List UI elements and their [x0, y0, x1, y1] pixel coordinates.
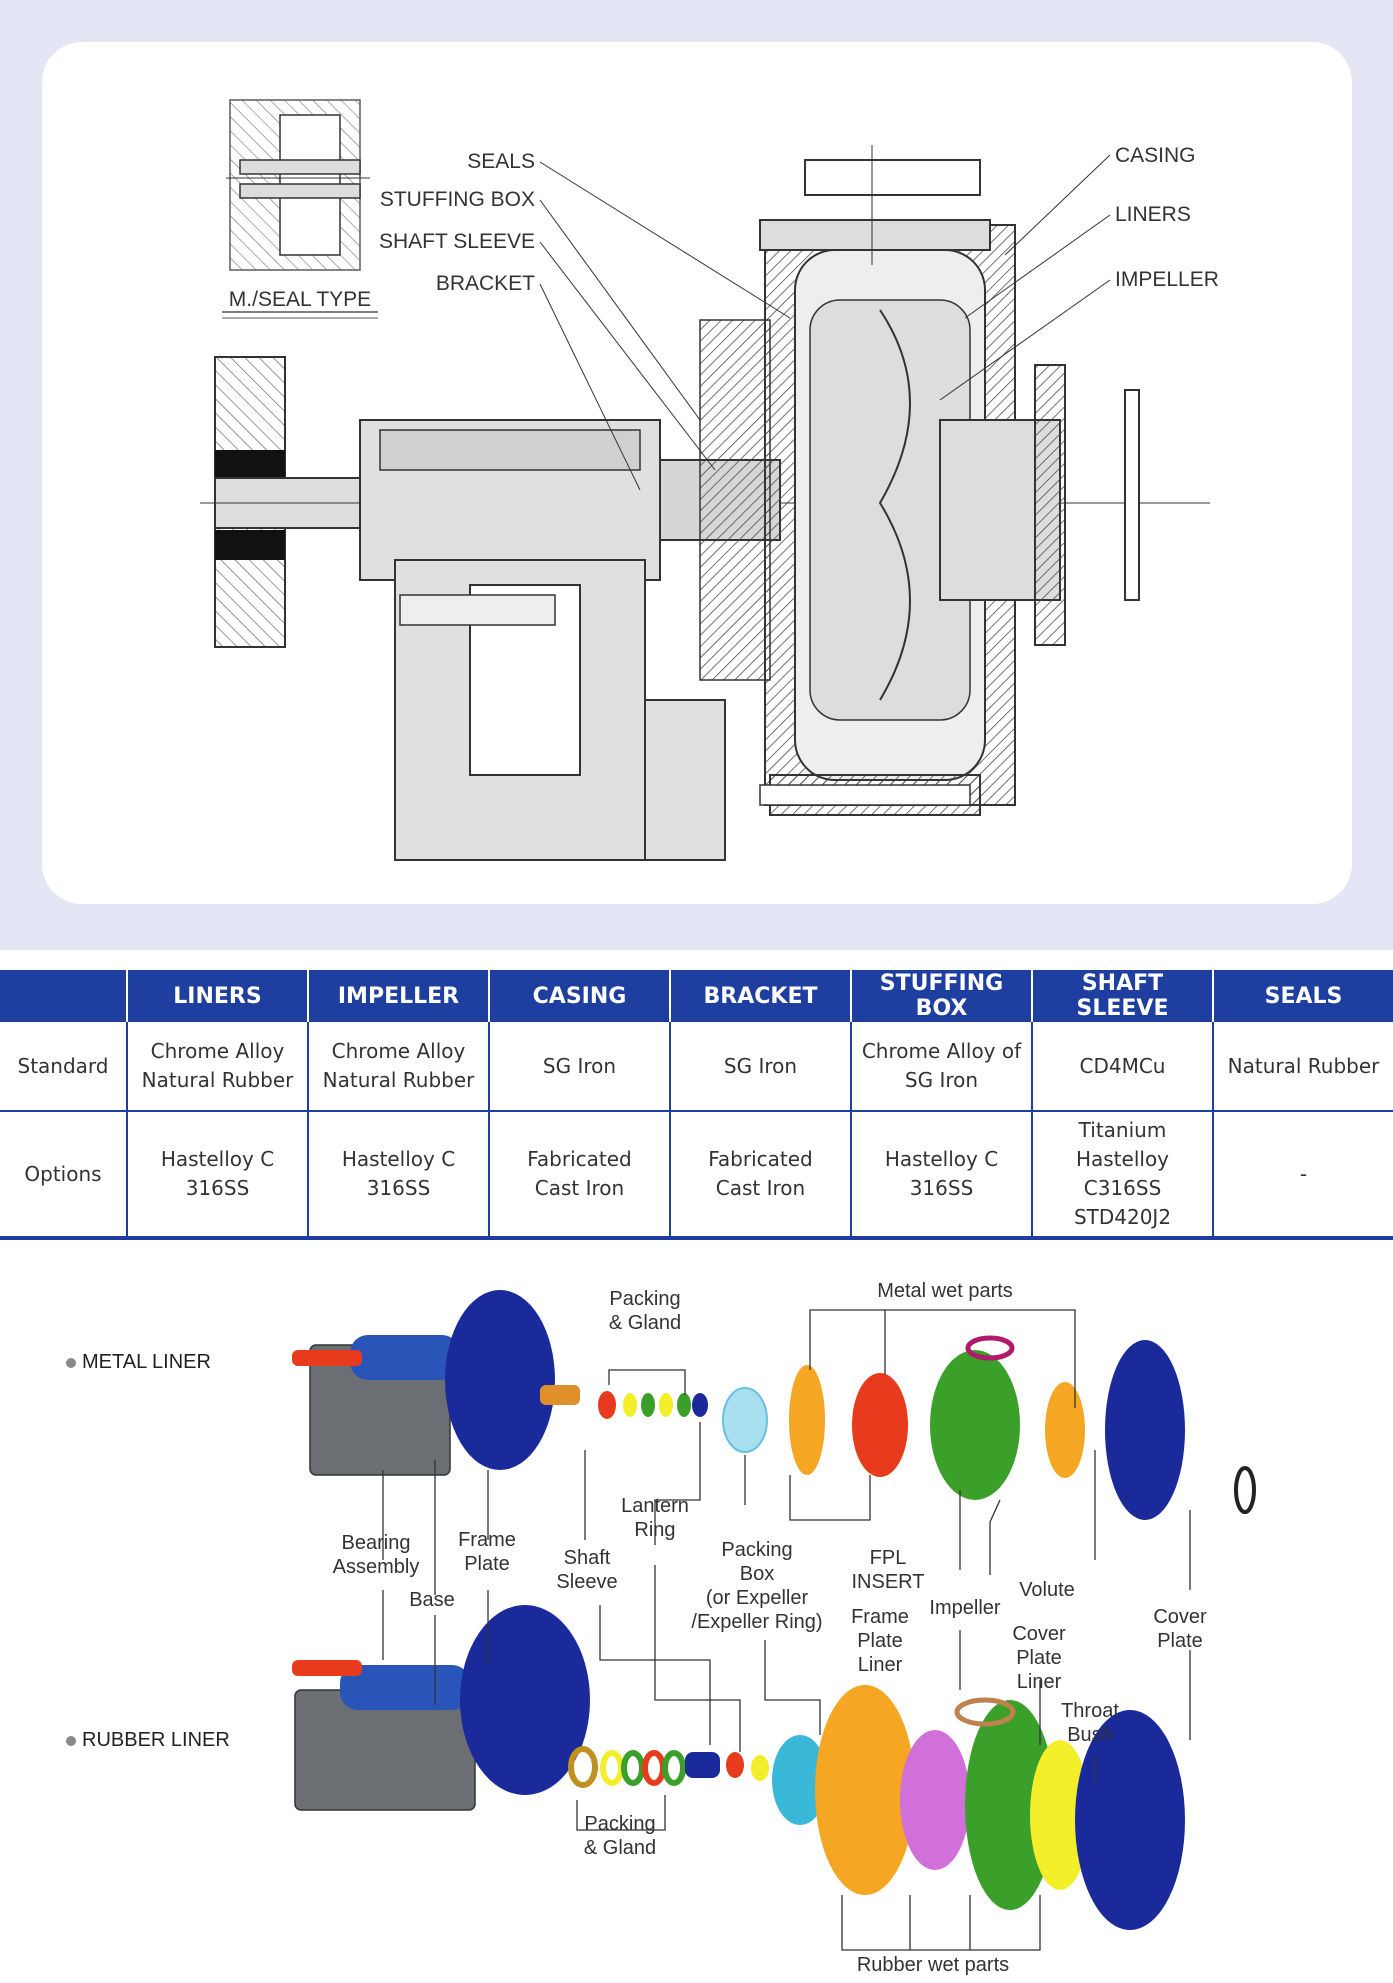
rubber-liner-assembly	[292, 1605, 1185, 1930]
row-header-standard: Standard	[0, 1022, 128, 1112]
label-bracket: BRACKET	[436, 272, 535, 295]
material-spec-table: LINERS IMPELLER CASING BRACKET STUFFING …	[0, 970, 1393, 1240]
volute	[930, 1350, 1020, 1500]
table-cell: Natural Rubber	[1213, 1022, 1393, 1112]
col-header-liners: LINERS	[127, 970, 309, 1022]
lantern-ring	[692, 1393, 708, 1417]
table-corner	[0, 970, 128, 1022]
metal-liner-label: METAL LINER	[82, 1351, 211, 1373]
table-cell: CD4MCu	[1032, 1022, 1214, 1112]
table-cell: Hastelloy C 316SS	[308, 1111, 490, 1240]
label-frame-plate-liner: Frame Plate Liner	[851, 1606, 909, 1676]
cross-section-drawing: M./SEAL TYPE SEALS STUFFING BOX SHAFT SL…	[200, 99, 1219, 861]
label-shaft-sleeve-exploded: Shaft Sleeve	[556, 1547, 617, 1593]
rubber-liner-label: RUBBER LINER	[82, 1729, 230, 1751]
packing-box	[722, 1387, 768, 1453]
label-impeller: IMPELLER	[1115, 268, 1219, 291]
col-header-stuffing-box: STUFFING BOX	[851, 970, 1033, 1022]
col-header-shaft-sleeve: SHAFT SLEEVE	[1032, 970, 1214, 1022]
table-cell: Titanium Hastelloy C316SS STD420J2	[1032, 1111, 1214, 1240]
table-row: Standard Chrome Alloy Natural Rubber Chr…	[0, 1022, 1393, 1112]
table-row: Options Hastelloy C 316SS Hastelloy C 31…	[0, 1111, 1393, 1240]
packing-ring	[623, 1393, 637, 1417]
seal-type-label: M./SEAL TYPE	[229, 288, 371, 311]
label-cover-plate: Cover Plate	[1153, 1606, 1207, 1652]
metal-liner-assembly	[292, 1290, 1256, 1520]
col-header-impeller: IMPELLER	[308, 970, 490, 1022]
table-cell: Fabricated Cast Iron	[489, 1111, 671, 1240]
table-cell: Chrome Alloy Natural Rubber	[127, 1022, 309, 1112]
label-bearing-assembly: Bearing Assembly	[333, 1532, 420, 1578]
table-cell: Hastelloy C 316SS	[127, 1111, 309, 1240]
col-header-seals: SEALS	[1213, 970, 1393, 1022]
label-stuffing-box: STUFFING BOX	[380, 188, 535, 211]
table-cell: SG Iron	[670, 1022, 852, 1112]
label-frame-plate: Frame Plate	[458, 1529, 516, 1575]
table-cell: SG Iron	[489, 1022, 671, 1112]
rubber-liner-heading: RUBBER LINER	[66, 1729, 230, 1752]
label-rubber-wet-parts: Rubber wet parts	[857, 1954, 1009, 1976]
col-header-casing: CASING	[489, 970, 671, 1022]
bullet-icon	[66, 1357, 76, 1368]
label-metal-wet-parts: Metal wet parts	[877, 1280, 1013, 1302]
label-fpl-insert: FPL INSERT	[852, 1547, 925, 1593]
label-packing-gland-bottom: Packing & Gland	[584, 1813, 656, 1859]
label-casing: CASING	[1115, 144, 1196, 167]
bullet-icon	[66, 1735, 76, 1746]
label-packing-gland-top: Packing & Gland	[609, 1288, 681, 1334]
metal-liner-heading: METAL LINER	[66, 1351, 211, 1374]
label-shaft-sleeve: SHAFT SLEEVE	[379, 230, 535, 253]
row-header-options: Options	[0, 1111, 128, 1240]
table-cell: Hastelloy C 316SS	[851, 1111, 1033, 1240]
label-cover-plate-liner: Cover Plate Liner	[1012, 1623, 1066, 1693]
packing-ring	[659, 1393, 673, 1417]
table-cell: Fabricated Cast Iron	[670, 1111, 852, 1240]
packing-ring	[677, 1393, 691, 1417]
label-base: Base	[409, 1589, 455, 1611]
fpl-insert	[852, 1373, 908, 1477]
throat-bush	[1045, 1382, 1085, 1478]
label-liners: LINERS	[1115, 203, 1191, 226]
label-impeller-exploded: Impeller	[929, 1597, 1000, 1619]
label-throat-bush: Throat Bush	[1061, 1700, 1119, 1746]
label-packing-box: Packing Box (or Expeller/Expeller Ring)	[691, 1539, 822, 1633]
label-seals: SEALS	[467, 150, 535, 173]
table-cell: -	[1213, 1111, 1393, 1240]
pump-casing	[699, 145, 1140, 816]
table-cell: Chrome Alloy Natural Rubber	[308, 1022, 490, 1112]
col-header-bracket: BRACKET	[670, 970, 852, 1022]
mechanical-seal-inset	[222, 99, 378, 319]
frame-plate-liner	[789, 1365, 825, 1475]
table-cell: Chrome Alloy of SG Iron	[851, 1022, 1033, 1112]
label-volute: Volute	[1019, 1579, 1075, 1601]
packing-ring	[641, 1393, 655, 1417]
exploded-leader-lines	[382, 1309, 1191, 1951]
packing-ring	[598, 1391, 616, 1419]
label-lantern-ring: Lantern Ring	[621, 1495, 689, 1541]
cover-plate	[1105, 1340, 1185, 1520]
